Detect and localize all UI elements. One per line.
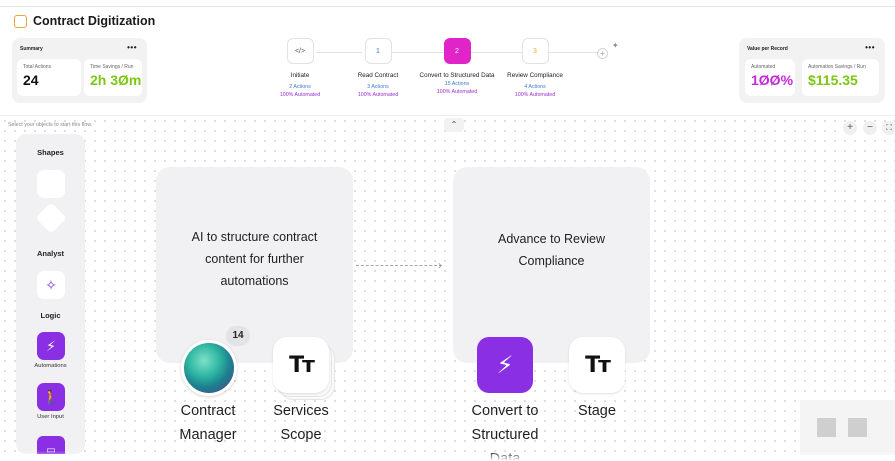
shapes-heading: Shapes <box>37 148 64 157</box>
automation-savings-value: $115.35 <box>808 72 858 88</box>
step-review-compliance[interactable]: 3 Review Compliance 4 Actions 100% Autom… <box>495 38 575 98</box>
step-name: Review Compliance <box>507 72 563 79</box>
zoom-in-button[interactable]: + <box>843 121 857 135</box>
rounded-square-shape[interactable] <box>37 170 65 198</box>
fit-view-button[interactable]: ⛶ <box>882 121 895 135</box>
step-card-structure[interactable]: AI to structure contract content for fur… <box>156 167 353 363</box>
automated-value: 1ØØ% <box>751 72 794 88</box>
person-icon: 🚶 <box>42 388 60 405</box>
text-type-icon: Tт <box>289 352 315 378</box>
stage-tile[interactable]: Tт <box>569 337 625 393</box>
summary-menu-icon[interactable]: ••• <box>127 43 137 52</box>
collapse-header-button[interactable]: ⌃ <box>444 118 464 132</box>
step-number-badge: 3 <box>521 38 549 64</box>
sparkle-icon: ✧ <box>45 276 57 293</box>
ai-sparkle-tile[interactable]: ✧ <box>37 271 65 299</box>
automated-stat: Automated 1ØØ% <box>745 59 795 96</box>
summary-card: Summary ••• Total Actions 24 Time Saving… <box>12 38 147 103</box>
user-input-tile[interactable]: 🚶 <box>37 383 65 411</box>
text-type-icon: Tт <box>585 352 611 378</box>
time-savings-value: 2h 3Øm <box>90 72 142 88</box>
step-read-contract[interactable]: 1 Read Contract 3 Actions 100% Automated <box>338 38 418 98</box>
minimap-node <box>848 418 867 437</box>
step-actions: 15 Actions <box>444 81 470 87</box>
time-savings-stat: Time Savings / Run 2h 3Øm <box>84 59 142 96</box>
zoom-out-button[interactable]: − <box>863 121 877 135</box>
flow-edge <box>356 265 442 266</box>
step-card-advance[interactable]: Advance to Review Compliance <box>453 167 650 363</box>
total-actions-label: Total Actions <box>23 64 52 70</box>
user-input-label: User Input <box>37 414 64 420</box>
count-badge: 14 <box>226 326 250 346</box>
step-convert-structured-data[interactable]: 2 Convert to Structured Data 15 Actions … <box>417 38 497 95</box>
automations-label: Automations <box>34 363 67 369</box>
value-per-record-title: Value per Record <box>747 46 788 52</box>
stage-label: Stage <box>578 403 616 419</box>
step-name: Convert to Structured Data <box>419 72 495 79</box>
convert-automation-tile[interactable]: ⚡ <box>477 337 533 393</box>
flow-canvas[interactable] <box>0 116 895 461</box>
minimap-node <box>817 418 836 437</box>
canvas-hint: Select your objects to start this flow. <box>8 122 93 128</box>
code-icon: </> <box>286 38 314 64</box>
services-scope-tile[interactable]: Tт <box>273 337 329 393</box>
logic-heading: Logic <box>40 311 61 320</box>
step-initiate[interactable]: </> Initiate 2 Actions 100% Automated <box>260 38 340 98</box>
value-menu-icon[interactable]: ••• <box>865 43 875 52</box>
services-scope-label: Services Scope <box>273 403 329 443</box>
total-actions-stat: Total Actions 24 <box>17 59 81 96</box>
step-actions: 3 Actions <box>367 84 389 90</box>
step-automated: 100% Automated <box>514 92 556 98</box>
time-savings-label: Time Savings / Run <box>90 64 134 70</box>
top-divider <box>0 6 895 7</box>
object-palette: Shapes Analyst ✧ Logic ⚡ Automations 🚶 U… <box>16 134 85 454</box>
flow-color-icon[interactable] <box>14 14 27 28</box>
step-automated: 100% Automated <box>436 89 478 95</box>
automations-tile[interactable]: ⚡ <box>37 332 65 360</box>
minimap[interactable] <box>800 400 895 455</box>
automation-savings-stat: Automation Savings / Run $115.35 <box>802 59 879 96</box>
step-automated: 100% Automated <box>357 92 399 98</box>
step-card-text: Advance to Review Compliance <box>497 232 605 268</box>
step-name: Initiate <box>290 72 310 79</box>
diamond-shape[interactable] <box>35 202 67 234</box>
flow-header: Summary ••• Total Actions 24 Time Saving… <box>0 30 895 116</box>
summary-title: Summary <box>20 46 43 52</box>
magic-wand-icon[interactable]: ✦ <box>612 41 619 50</box>
step-automated: 100% Automated <box>279 92 321 98</box>
value-per-record-card: Value per Record ••• Automated 1ØØ% Auto… <box>739 38 885 103</box>
step-number-badge: 1 <box>364 38 392 64</box>
analyst-heading: Analyst <box>36 249 65 258</box>
automated-label: Automated <box>751 64 776 70</box>
lightning-icon: ⚡ <box>496 351 514 379</box>
step-number-badge: 2 <box>443 38 471 64</box>
step-card-text: AI to structure contract content for fur… <box>191 230 318 288</box>
diamond-icon <box>35 202 67 234</box>
total-actions-value: 24 <box>23 72 39 88</box>
automation-savings-label: Automation Savings / Run <box>808 64 866 70</box>
arrow-right-icon: › <box>438 258 442 272</box>
contract-manager-label: Contract Manager <box>179 403 237 443</box>
contract-manager-avatar[interactable] <box>181 340 237 396</box>
step-actions: 4 Actions <box>524 84 546 90</box>
canvas-bottom-fade <box>0 451 895 461</box>
page-header: Contract Digitization <box>14 12 155 30</box>
step-name: Read Contract <box>357 72 399 79</box>
step-actions: 2 Actions <box>289 84 311 90</box>
add-step-button[interactable]: + <box>597 48 608 59</box>
page-title: Contract Digitization <box>33 14 156 28</box>
lightning-icon: ⚡ <box>46 337 56 354</box>
